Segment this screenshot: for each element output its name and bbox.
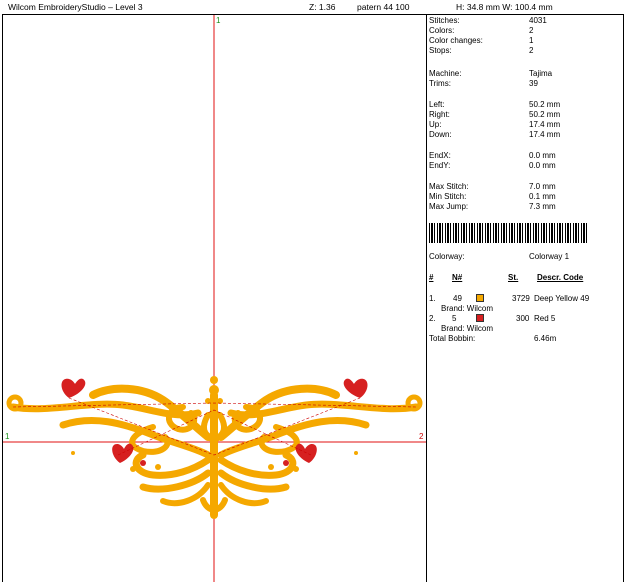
stat-stops: Stops: 2 [429, 46, 534, 55]
col-header-descr: Descr. Code [537, 273, 584, 282]
stat-color-changes: Color changes: 1 [429, 36, 534, 45]
total-bobbin-value: 6.46m [534, 334, 557, 343]
stat-endy: EndY: 0.0 mm [429, 161, 556, 170]
color-swatch-yellow [476, 294, 484, 302]
design-canvas[interactable]: 1 1 2 [3, 15, 426, 582]
heart-top-left [61, 378, 86, 398]
col-header-needle: N# [452, 273, 463, 282]
stat-up: Up: 17.4 mm [429, 120, 561, 129]
stat-max-stitch: Max Stitch: 7.0 mm [429, 182, 556, 191]
stat-down: Down: 17.4 mm [429, 130, 561, 139]
col-header-index: # [429, 273, 434, 282]
stat-machine: Machine: Tajima [429, 69, 553, 78]
total-bobbin-label: Total Bobbin: [429, 334, 476, 343]
frame-right-border [623, 14, 624, 582]
design-barcode [429, 223, 589, 243]
stat-colors: Colors: 2 [429, 26, 534, 35]
stat-max-jump: Max Jump: 7.3 mm [429, 202, 556, 211]
brand-label: Brand: Wilcom [441, 324, 494, 333]
stat-stitches: Stitches: 4031 [429, 16, 547, 25]
left-marker: 1 [5, 432, 10, 441]
color-swatch-red [476, 314, 484, 322]
heart-lower-right [295, 443, 317, 463]
stat-endx: EndX: 0.0 mm [429, 151, 556, 160]
panel-divider [426, 14, 427, 582]
brand-label: Brand: Wilcom [441, 304, 494, 313]
stat-left: Left: 50.2 mm [429, 100, 561, 109]
pattern-name: patern 44 100 [357, 2, 410, 12]
stat-min-stitch: Min Stitch: 0.1 mm [429, 192, 556, 201]
stat-trims: Trims: 39 [429, 79, 538, 88]
colorway-row: Colorway: Colorway 1 [429, 252, 570, 261]
col-header-stitches: St. [508, 273, 519, 282]
right-marker: 2 [419, 432, 424, 441]
design-size: H: 34.8 mm W: 100.4 mm [456, 2, 553, 12]
zoom-readout: Z: 1.36 [309, 2, 336, 12]
heart-lower-left [112, 443, 134, 463]
embroidery-preview [3, 15, 426, 582]
app-title: Wilcom EmbroideryStudio – Level 3 [8, 2, 143, 12]
stat-right: Right: 50.2 mm [429, 110, 561, 119]
heart-top-right [343, 378, 368, 398]
top-marker: 1 [216, 16, 221, 25]
